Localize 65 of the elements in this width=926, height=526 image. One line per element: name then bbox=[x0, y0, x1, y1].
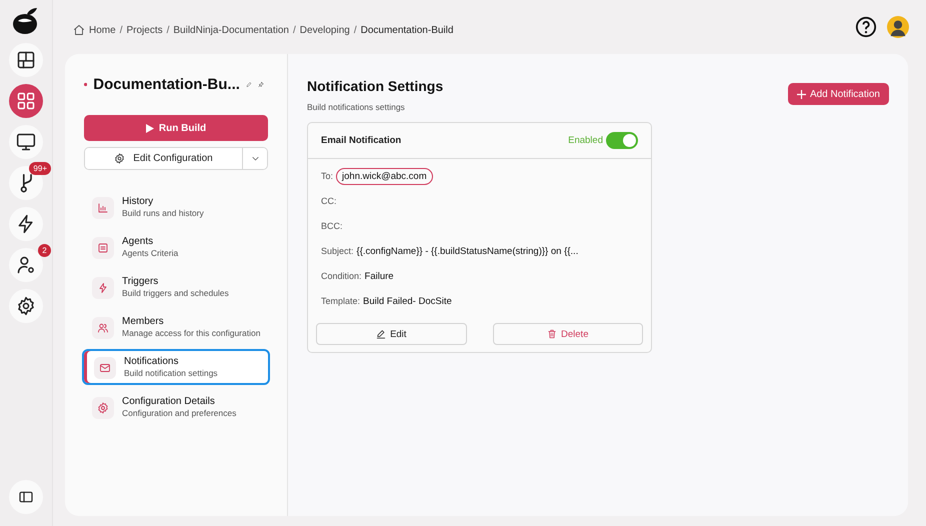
grid-icon bbox=[16, 91, 36, 111]
breadcrumb-link[interactable]: Projects bbox=[126, 24, 163, 36]
run-build-button[interactable]: Run Build bbox=[84, 115, 268, 141]
lightning-icon bbox=[97, 282, 109, 294]
settings-icon bbox=[16, 296, 36, 316]
field-value: Build Failed- DocSite bbox=[363, 295, 452, 309]
config-title: Documentation-Bu... bbox=[93, 76, 240, 92]
nav-button[interactable] bbox=[9, 289, 43, 323]
plus-icon bbox=[796, 90, 806, 98]
add-notification-button[interactable]: Add Notification bbox=[788, 83, 889, 105]
sidebar-item[interactable]: Members Manage access for this configuration bbox=[82, 309, 270, 345]
field-label: Subject: bbox=[321, 245, 354, 257]
nav-button[interactable] bbox=[9, 207, 43, 241]
sidebar-item[interactable]: Triggers Build triggers and schedules bbox=[82, 269, 270, 305]
count-badge: 99+ bbox=[29, 162, 51, 175]
count-badge: 2 bbox=[38, 244, 51, 257]
delete-button[interactable]: Delete bbox=[492, 323, 643, 345]
sidebar-item[interactable]: Notifications Build notification settings bbox=[82, 349, 270, 385]
nav-button[interactable] bbox=[9, 125, 43, 159]
status-dot-icon bbox=[84, 80, 88, 88]
breadcrumb-link[interactable]: BuildNinja-Documentation bbox=[173, 24, 289, 36]
users-icon bbox=[97, 322, 109, 334]
pencil-icon bbox=[376, 329, 386, 339]
envelope-icon bbox=[99, 362, 111, 374]
breadcrumb-separator: / bbox=[120, 24, 122, 36]
field-label: Condition: bbox=[321, 270, 362, 282]
sidebar-item[interactable]: History Build runs and history bbox=[82, 189, 270, 225]
field-label: Template: bbox=[321, 295, 360, 307]
email-chip: john.wick@abc.com bbox=[336, 168, 433, 185]
branch-icon bbox=[20, 173, 32, 193]
trash-icon bbox=[547, 329, 558, 339]
card-title: Email Notification bbox=[321, 135, 402, 146]
sidebar-item[interactable]: Configuration Details Configuration and preferences bbox=[82, 389, 270, 425]
breadcrumb-separator: / bbox=[354, 24, 357, 36]
edit-configuration-button[interactable]: Edit Configuration bbox=[85, 148, 243, 169]
nav-button[interactable] bbox=[9, 43, 43, 77]
page-title: Notification Settings bbox=[307, 78, 444, 94]
chevron-down-icon bbox=[250, 154, 260, 163]
gear-icon bbox=[97, 402, 109, 414]
help-icon[interactable] bbox=[855, 16, 877, 38]
field-label: To: bbox=[321, 170, 334, 182]
breadcrumb-link[interactable]: Developing bbox=[300, 24, 350, 36]
page-subtitle: Build notifications settings bbox=[307, 102, 406, 112]
gear-icon bbox=[114, 153, 126, 164]
avatar[interactable] bbox=[887, 16, 909, 38]
toggle-switch[interactable] bbox=[606, 132, 638, 149]
field-label: BCC: bbox=[321, 220, 343, 232]
home-icon[interactable] bbox=[73, 24, 85, 36]
panel-icon bbox=[18, 489, 34, 505]
status-label: Enabled bbox=[568, 135, 603, 146]
current-page-label: Documentation-Build bbox=[360, 24, 454, 36]
play-icon bbox=[146, 124, 154, 132]
chart-icon bbox=[97, 202, 109, 214]
layout-icon bbox=[16, 50, 36, 70]
breadcrumb-separator: / bbox=[166, 24, 170, 36]
edit-button[interactable]: Edit bbox=[316, 323, 466, 345]
sidebar-item[interactable]: Agents Agents Criteria bbox=[82, 229, 270, 265]
field-value: Failure bbox=[364, 270, 394, 284]
monitor-icon bbox=[16, 132, 36, 152]
nav-button[interactable] bbox=[9, 248, 43, 282]
field-label: CC: bbox=[321, 195, 336, 207]
field-value: {{.configName}} - {{.buildStatusName(string)}} on {{... bbox=[356, 245, 578, 259]
breadcrumb-link[interactable]: Home bbox=[89, 24, 116, 36]
sidebar-toggle-button[interactable] bbox=[9, 480, 43, 514]
breadcrumb-separator: / bbox=[293, 24, 296, 36]
